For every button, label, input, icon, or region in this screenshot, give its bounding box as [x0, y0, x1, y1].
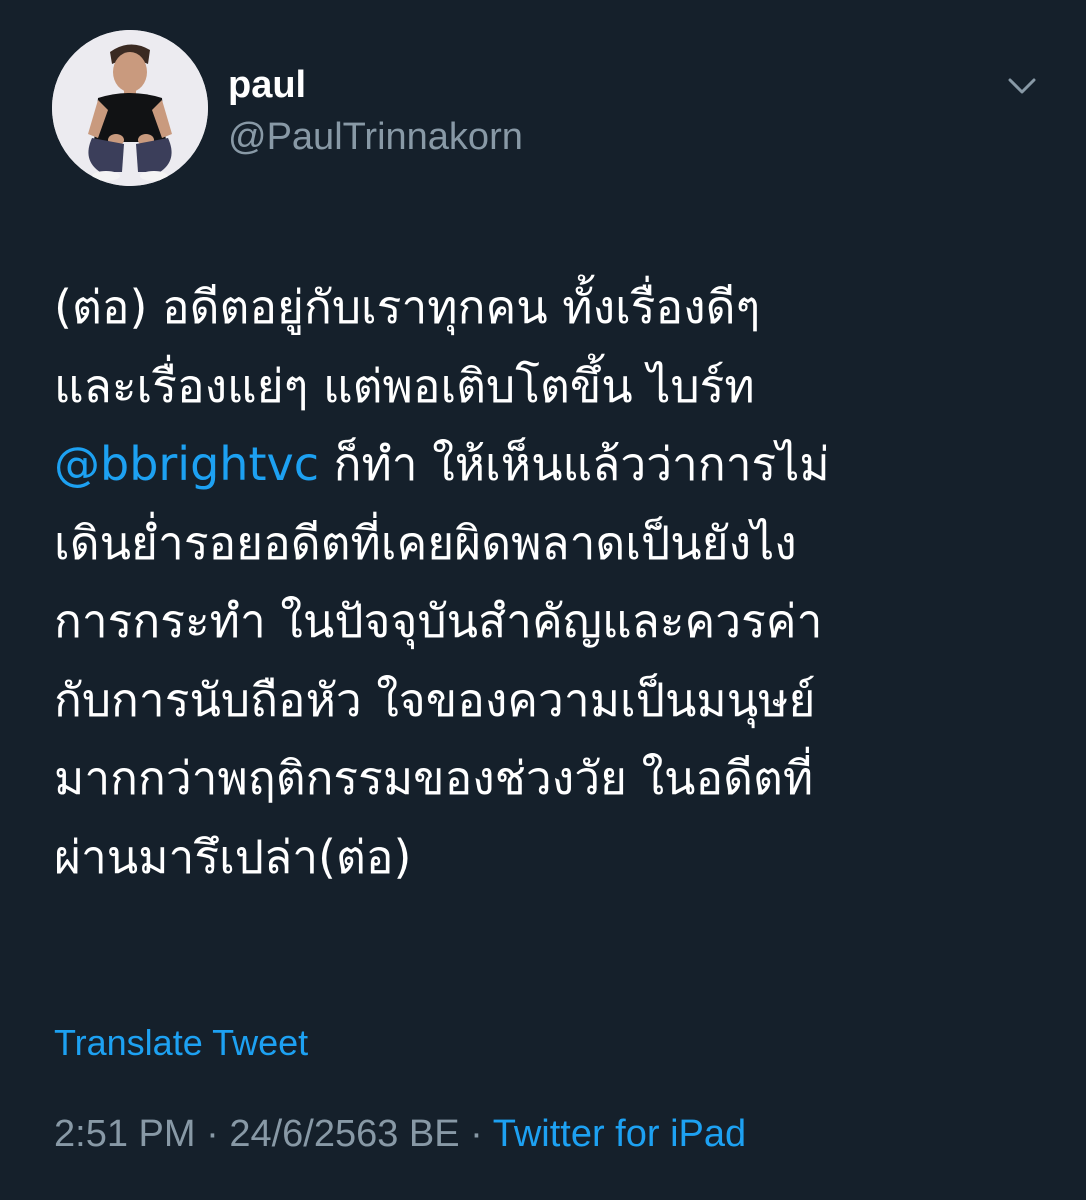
mention-link[interactable]: @bbrightvc — [54, 437, 319, 491]
tweet-line: กับการนับถือหัว ใจของความเป็นมนุษย์ — [54, 672, 816, 727]
meta-separator: · — [195, 1113, 230, 1155]
tweet-line-text: ก็ทำ ให้เห็นแล้วว่าการไม่ — [319, 437, 830, 491]
tweet-metadata: 2:51 PM · 24/6/2563 BE · Twitter for iPa… — [54, 1110, 746, 1158]
avatar-image — [52, 30, 208, 186]
meta-separator: · — [459, 1113, 493, 1155]
display-name[interactable]: paul — [228, 62, 306, 108]
tweet-line: ผ่านมารึเปล่า(ต่อ) — [54, 829, 412, 884]
tweet-line: การกระทำ ในปัจจุบันสำคัญและควรค่า — [54, 594, 823, 648]
tweet-date[interactable]: 24/6/2563 BE — [229, 1113, 459, 1155]
translate-tweet-link[interactable]: Translate Tweet — [54, 1020, 308, 1066]
tweet-detail: paul @PaulTrinnakorn (ต่อ) อดีตอยู่กับเร… — [0, 0, 1086, 1200]
user-handle[interactable]: @PaulTrinnakorn — [228, 114, 523, 160]
tweet-source-link[interactable]: Twitter for iPad — [493, 1113, 746, 1155]
tweet-line: @bbrightvc ก็ทำ ให้เห็นแล้วว่าการไม่ — [54, 425, 1064, 504]
avatar[interactable] — [52, 30, 208, 186]
chevron-down-icon[interactable] — [998, 62, 1046, 110]
tweet-line: เดินย่ำรอยอดีตที่เคยผิดพลาดเป็นยังไง — [54, 515, 797, 570]
tweet-line: มากกว่าพฤติกรรมของช่วงวัย ในอดีตที่ — [54, 751, 814, 805]
tweet-line: และเรื่องแย่ๆ แต่พอเติบโตขึ้น ไบร์ท — [54, 358, 755, 413]
tweet-text: (ต่อ) อดีตอยู่กับเราทุกคน ทั้งเรื่องดีๆ … — [54, 268, 1064, 896]
tweet-line: (ต่อ) อดีตอยู่กับเราทุกคน ทั้งเรื่องดีๆ — [54, 280, 761, 334]
tweet-time[interactable]: 2:51 PM — [54, 1113, 196, 1155]
